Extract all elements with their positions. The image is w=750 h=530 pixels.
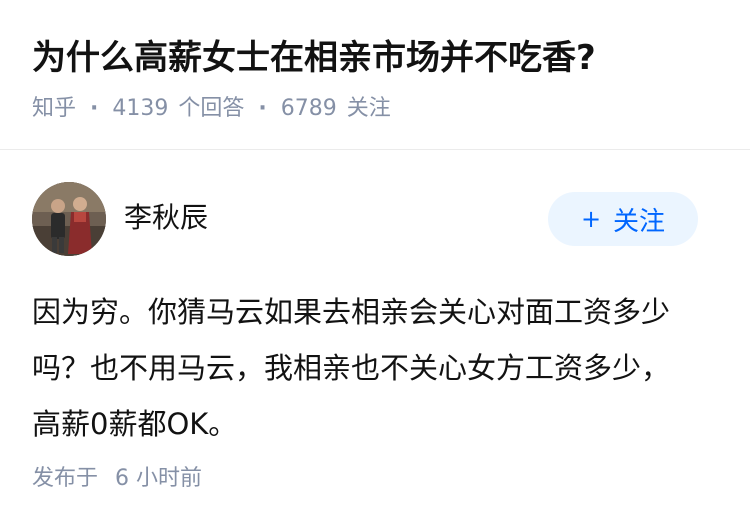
separator-dot: · xyxy=(258,96,267,121)
question-meta: 知乎 · 4139 个回答 · 6789 关注 xyxy=(32,94,391,124)
answer-count: 4139 xyxy=(112,96,169,121)
follow-button-label: 关注 xyxy=(613,206,666,237)
answer-content[interactable]: 因为穷。你猜马云如果去相亲会关心对面工资多少 吗？也不用马云，我相亲也不关心女方… xyxy=(32,284,722,452)
avatar-photo xyxy=(32,182,106,256)
publish-time: 发布于 6 小时前 xyxy=(32,464,202,494)
follow-button[interactable]: + 关注 xyxy=(548,192,698,246)
question-header: 为什么高薪女士在相亲市场并不吃香? 知乎 · 4139 个回答 · 6789 关… xyxy=(0,0,750,150)
answer-count-label: 个回答 xyxy=(178,96,245,121)
follower-count: 6789 xyxy=(280,96,337,121)
avatar[interactable] xyxy=(32,182,106,256)
separator-dot: · xyxy=(90,96,99,121)
follower-count-label: 关注 xyxy=(346,96,391,121)
publish-time-value: 6 小时前 xyxy=(115,466,203,491)
author-name[interactable]: 李秋辰 xyxy=(124,200,208,236)
answer-line: 高薪0薪都OK。 xyxy=(32,407,238,441)
source-label[interactable]: 知乎 xyxy=(32,94,76,124)
answer-line: 因为穷。你猜马云如果去相亲会关心对面工资多少 xyxy=(32,295,671,329)
author-row: 李秋辰 + 关注 xyxy=(32,182,718,258)
plus-icon: + xyxy=(580,205,602,233)
answer-line: 吗？也不用马云，我相亲也不关心女方工资多少， xyxy=(32,351,671,385)
question-title[interactable]: 为什么高薪女士在相亲市场并不吃香? xyxy=(32,36,596,80)
publish-label: 发布于 xyxy=(32,466,99,491)
